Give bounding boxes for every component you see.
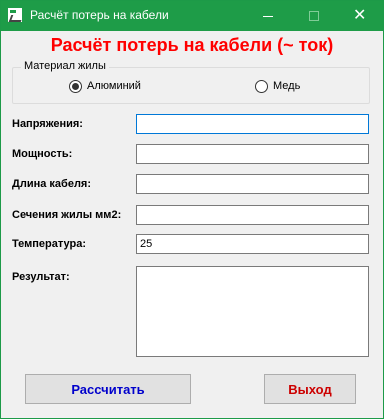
main-window: Расчёт потерь на кабели ✕ Расчёт потерь …	[0, 0, 384, 419]
minimize-icon	[263, 16, 273, 17]
result-textarea[interactable]	[136, 266, 369, 357]
material-groupbox: Материал жилы Алюминий Медь	[12, 60, 370, 104]
voltage-input[interactable]	[136, 114, 369, 134]
voltage-label: Напряжения:	[12, 118, 83, 130]
minimize-button[interactable]	[245, 1, 291, 31]
close-button[interactable]: ✕	[337, 1, 383, 31]
form-heading: Расчёт потерь на кабели (~ ток)	[50, 35, 334, 55]
radio-copper-label: Медь	[273, 80, 301, 92]
radio-aluminium-label: Алюминий	[87, 80, 141, 92]
section-label: Сечения жилы мм2:	[12, 209, 122, 221]
power-input[interactable]	[136, 144, 369, 164]
maximize-button[interactable]	[291, 1, 337, 31]
title-bar[interactable]: Расчёт потерь на кабели ✕	[1, 1, 383, 31]
section-input[interactable]	[136, 205, 369, 225]
maximize-icon	[309, 11, 319, 21]
close-icon: ✕	[353, 5, 367, 24]
length-input[interactable]	[136, 174, 369, 194]
radio-aluminium[interactable]: Алюминий	[69, 78, 141, 94]
temperature-input[interactable]	[136, 234, 369, 254]
radio-aluminium-indicator[interactable]	[69, 79, 82, 93]
app-icon	[8, 8, 22, 22]
material-legend: Материал жилы	[21, 60, 109, 72]
result-label: Результат:	[12, 271, 70, 283]
calculate-button[interactable]: Рассчитать	[25, 374, 191, 404]
window-title: Расчёт потерь на кабели	[30, 8, 169, 22]
exit-button[interactable]: Выход	[264, 374, 356, 404]
power-label: Мощность:	[12, 148, 73, 160]
length-label: Длина кабеля:	[12, 178, 92, 190]
temperature-label: Температура:	[12, 238, 87, 250]
radio-copper[interactable]: Медь	[255, 78, 300, 94]
radio-copper-indicator[interactable]	[255, 79, 268, 93]
